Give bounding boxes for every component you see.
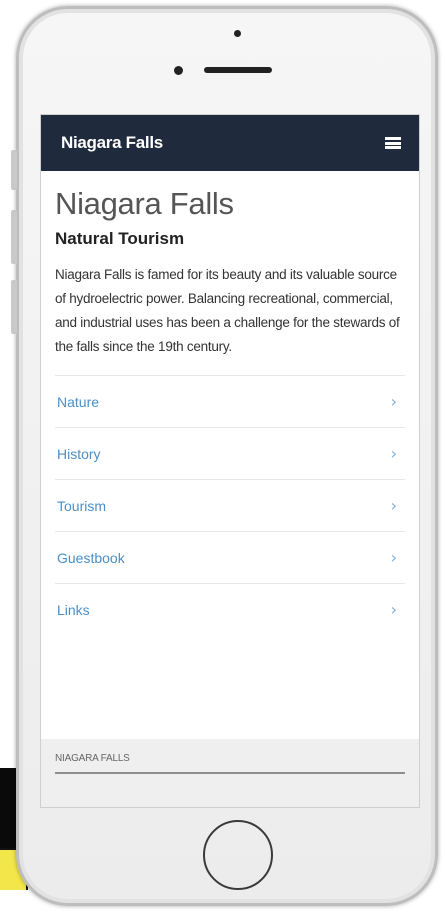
phone-volume-up-button xyxy=(11,210,17,264)
section-nav-list: Nature › History › Tourism › Guestbook ›… xyxy=(55,375,405,635)
earpiece-speaker-icon xyxy=(204,67,272,73)
stage: Niagara Falls Niagara Falls Natural Tour… xyxy=(0,0,447,914)
nav-item-tourism[interactable]: Tourism › xyxy=(55,479,405,531)
chevron-right-icon: › xyxy=(390,444,397,463)
hamburger-menu-icon[interactable] xyxy=(385,137,401,149)
chevron-right-icon: › xyxy=(390,496,397,515)
chevron-right-icon: › xyxy=(390,548,397,567)
footer-text: NIAGARA FALLS xyxy=(55,753,405,774)
phone-screen: Niagara Falls Niagara Falls Natural Tour… xyxy=(40,114,420,808)
home-button[interactable] xyxy=(203,820,273,890)
nav-item-label: Nature xyxy=(57,393,100,410)
nav-item-history[interactable]: History › xyxy=(55,427,405,479)
nav-item-nature[interactable]: Nature › xyxy=(55,375,405,427)
phone-volume-down-button xyxy=(11,280,17,334)
chevron-right-icon: › xyxy=(390,600,397,619)
page-description: Niagara Falls is famed for its beauty an… xyxy=(55,267,400,354)
nav-item-label: Links xyxy=(57,601,90,618)
front-camera-icon xyxy=(234,30,241,37)
nav-item-label: History xyxy=(57,445,101,462)
page-title: Niagara Falls xyxy=(55,186,234,221)
chevron-right-icon: › xyxy=(390,392,397,411)
main-content: Niagara Falls Natural Tourism Niagara Fa… xyxy=(41,171,419,635)
phone-side-button xyxy=(11,150,17,190)
navbar-title[interactable]: Niagara Falls xyxy=(61,133,163,153)
page-subtitle: Natural Tourism xyxy=(55,229,185,248)
nav-item-links[interactable]: Links › xyxy=(55,583,405,635)
nav-item-guestbook[interactable]: Guestbook › xyxy=(55,531,405,583)
page-footer: NIAGARA FALLS xyxy=(41,739,419,807)
proximity-sensor-icon xyxy=(174,66,183,75)
nav-item-label: Guestbook xyxy=(57,549,125,566)
navbar: Niagara Falls xyxy=(41,115,419,171)
nav-item-label: Tourism xyxy=(57,497,107,514)
